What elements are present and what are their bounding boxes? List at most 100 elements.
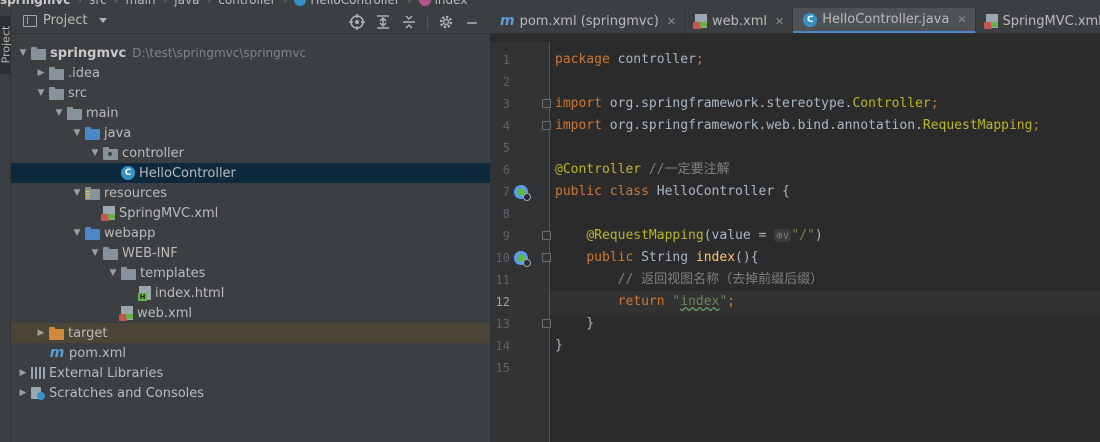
spring-bean-icon[interactable] xyxy=(514,251,531,267)
code-line[interactable] xyxy=(550,137,1100,159)
code-line[interactable] xyxy=(550,203,1100,225)
project-panel: Project ▼ springmvc D:\test\springmvc\spri… xyxy=(11,8,490,442)
excluded-folder-icon xyxy=(49,326,64,340)
tree-item-external-libraries[interactable]: ▶ External Libraries xyxy=(11,363,490,383)
tree-item-springmvc[interactable]: ▼ springmvc D:\test\springmvc\springmvc xyxy=(11,43,490,63)
chevron-down-icon[interactable]: ▼ xyxy=(69,183,85,203)
close-icon[interactable]: ✕ xyxy=(667,15,676,28)
editor-tab[interactable]: m pom.xml (springmvc) ✕ xyxy=(490,8,686,33)
project-tool-tab[interactable]: Project xyxy=(0,16,13,74)
code-line[interactable]: } xyxy=(550,313,1100,335)
chevron-right-icon[interactable]: ▶ xyxy=(15,383,31,403)
editor-tab-label: SpringMVC.xml xyxy=(1002,13,1100,29)
line-number: 7 xyxy=(502,185,510,199)
code-line[interactable]: // 返回视图名称（去掉前缀后缀） xyxy=(550,269,1100,291)
chevron-right-icon[interactable]: ▶ xyxy=(33,323,49,343)
xml-file-icon xyxy=(983,14,998,29)
line-number: 5 xyxy=(502,141,510,155)
breadcrumb-item[interactable]: java xyxy=(174,0,199,7)
code-line[interactable] xyxy=(550,71,1100,93)
tree-item-java[interactable]: ▼ java xyxy=(11,123,490,143)
code-line[interactable]: @RequestMapping(value = ⊕∨ "/") xyxy=(550,225,1100,247)
tree-item-main[interactable]: ▼ main xyxy=(11,103,490,123)
source-folder-icon xyxy=(85,126,100,140)
code-area[interactable]: package controller; import org.springfram… xyxy=(550,42,1100,442)
tree-item-index-html[interactable]: ▶index.html xyxy=(11,283,490,303)
code-token: ; xyxy=(1032,118,1041,133)
folder-icon xyxy=(103,246,118,260)
code-line[interactable]: } xyxy=(550,335,1100,357)
tree-item-resources[interactable]: ▼ resources xyxy=(11,183,490,203)
tree-item-web-xml[interactable]: ▶web.xml xyxy=(11,303,490,323)
breadcrumb-item[interactable]: main xyxy=(126,0,156,7)
breadcrumb-item[interactable]: springmvc xyxy=(0,0,70,7)
breadcrumb-separator: › xyxy=(162,0,168,7)
tree-item-hellocontroller[interactable]: ▶CHelloController xyxy=(11,163,490,183)
chevron-down-icon[interactable]: ▼ xyxy=(51,103,67,123)
spring-bean-icon[interactable] xyxy=(514,185,531,201)
tree-item-label: java xyxy=(104,125,132,141)
collapse-all-icon[interactable] xyxy=(401,14,417,30)
code-editor: m pom.xml (springmvc) ✕ web.xml ✕ C HelloContr… xyxy=(490,8,1100,442)
breadcrumb-label: springmvc xyxy=(0,0,71,7)
tree-item-web-inf[interactable]: ▼ WEB-INF xyxy=(11,243,490,263)
code-token: org.springframework.web.bind.annotation. xyxy=(609,118,923,133)
project-panel-toolbar xyxy=(349,14,480,30)
line-number: 4 xyxy=(502,119,510,133)
code-token: package xyxy=(555,52,618,67)
code-line[interactable]: import org.springframework.stereotype.Co… xyxy=(550,93,1100,115)
code-line[interactable] xyxy=(550,357,1100,379)
gear-icon[interactable] xyxy=(438,14,454,30)
chevron-down-icon[interactable]: ▼ xyxy=(69,123,85,143)
code-line[interactable]: import org.springframework.web.bind.anno… xyxy=(550,115,1100,137)
locate-file-icon[interactable] xyxy=(349,14,365,30)
code-token: Controller xyxy=(852,96,931,111)
tree-item-pom-xml[interactable]: ▶mpom.xml xyxy=(11,343,490,363)
code-token: (){ xyxy=(735,250,759,265)
code-line[interactable]: public class HelloController { xyxy=(550,181,1100,203)
breadcrumb-separator: › xyxy=(113,0,119,7)
code-token: String xyxy=(641,250,696,265)
tree-item-idea[interactable]: ▶ .idea xyxy=(11,63,490,83)
chevron-right-icon[interactable]: ▶ xyxy=(33,63,49,83)
code-line[interactable]: package controller; xyxy=(550,49,1100,71)
breadcrumb-item[interactable]: controller xyxy=(218,0,275,7)
tree-item-templates[interactable]: ▼ templates xyxy=(11,263,490,283)
project-icon xyxy=(23,14,37,27)
tree-item-springmvc-xml[interactable]: ▶SpringMVC.xml xyxy=(11,203,490,223)
chevron-down-icon[interactable] xyxy=(99,18,108,23)
code-token: HelloController { xyxy=(656,184,790,199)
close-icon[interactable]: ✕ xyxy=(957,13,966,26)
breadcrumb-item[interactable]: src xyxy=(89,0,107,7)
chevron-down-icon[interactable]: ▼ xyxy=(87,243,103,263)
code-line[interactable]: @Controller //一定要注解 xyxy=(550,159,1100,181)
tree-item-target[interactable]: ▶ target xyxy=(11,323,490,343)
tree-item-src[interactable]: ▼ src xyxy=(11,83,490,103)
chevron-down-icon[interactable]: ▼ xyxy=(87,143,103,163)
breadcrumb-item[interactable]: index xyxy=(418,0,467,7)
editor-tab[interactable]: web.xml ✕ xyxy=(685,8,794,33)
chevron-down-icon[interactable]: ▼ xyxy=(33,83,49,103)
tree-item-scratches-and-consoles[interactable]: ▶ Scratches and Consoles xyxy=(11,383,490,403)
chevron-down-icon[interactable]: ▼ xyxy=(69,223,85,243)
tree-item-label: External Libraries xyxy=(49,365,164,381)
editor-tab[interactable]: C HelloController.java ✕ xyxy=(793,8,976,33)
project-panel-title[interactable]: Project xyxy=(43,13,87,28)
code-line[interactable]: return "index"; xyxy=(550,291,1100,313)
tree-item-webapp[interactable]: ▼ webapp xyxy=(11,223,490,243)
chevron-right-icon[interactable]: ▶ xyxy=(15,363,31,383)
code-line[interactable]: public String index(){ xyxy=(550,247,1100,269)
editor-tab[interactable]: SpringMVC.xml✕ xyxy=(976,8,1100,33)
minimize-icon[interactable] xyxy=(464,14,480,30)
expand-all-icon[interactable] xyxy=(375,14,391,30)
close-icon[interactable]: ✕ xyxy=(775,15,784,28)
breadcrumb-item[interactable]: HelloController xyxy=(294,0,400,7)
tree-item-controller[interactable]: ▼ controller xyxy=(11,143,490,163)
code-token: } xyxy=(555,316,595,331)
chevron-down-icon[interactable]: ▼ xyxy=(15,43,31,63)
editor-tab-label: HelloController.java xyxy=(822,12,950,27)
chevron-down-icon[interactable]: ▼ xyxy=(105,263,121,283)
